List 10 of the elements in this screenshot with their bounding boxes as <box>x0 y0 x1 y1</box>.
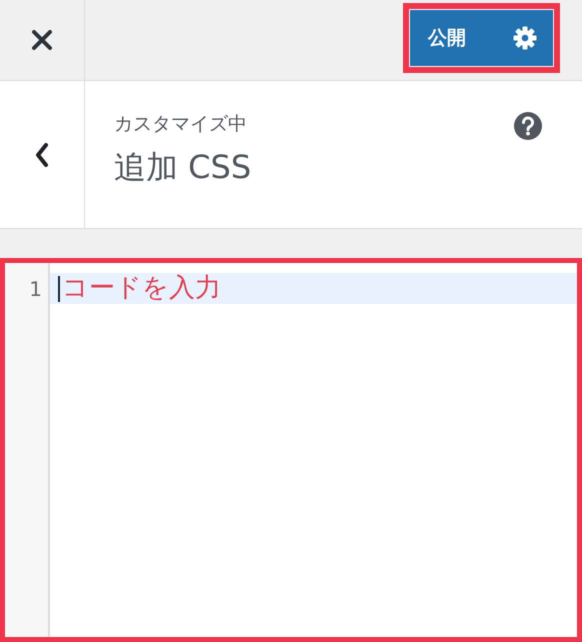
back-icon <box>34 142 50 168</box>
placeholder-text: コードを入力 <box>62 273 221 304</box>
line-number: 1 <box>29 276 42 302</box>
section-title: 追加 CSS <box>114 147 252 188</box>
close-icon <box>31 29 53 51</box>
publish-button[interactable]: 公開 <box>410 10 553 66</box>
text-cursor <box>58 276 60 302</box>
code-editor[interactable]: コードを入力 <box>50 263 577 637</box>
subtitle: カスタマイズ中 <box>114 112 248 137</box>
help-icon[interactable] <box>514 112 542 140</box>
